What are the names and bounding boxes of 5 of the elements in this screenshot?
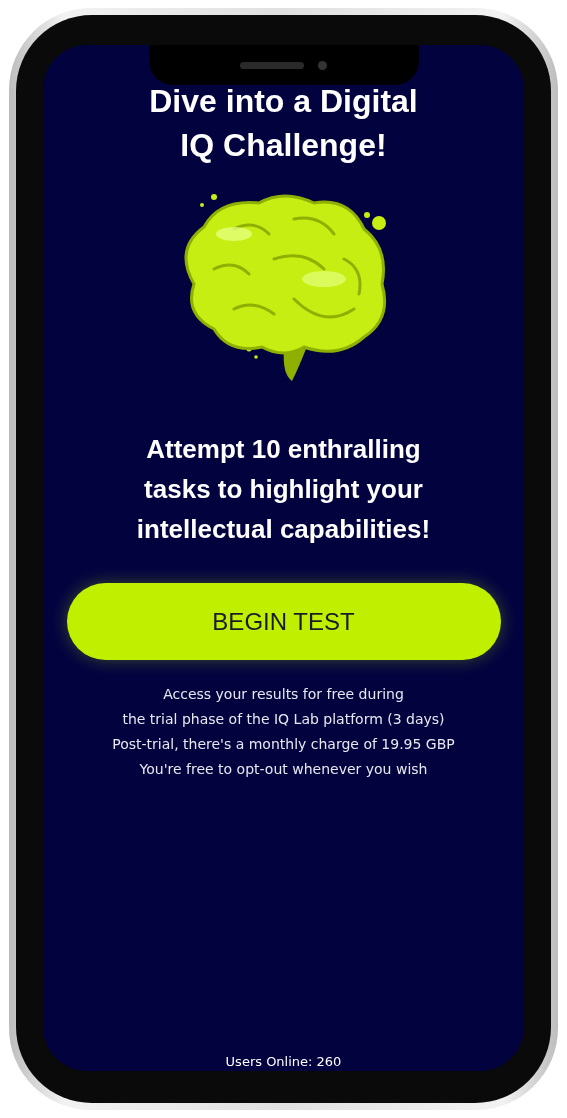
subtitle: Attempt 10 enthralling tasks to highlight your intellectual capabilities! — [136, 433, 431, 546]
begin-test-button[interactable]: BEGIN TEST — [66, 583, 501, 660]
terms-text: Access your results for free during the trial phase of the IQ Lab platform (3 days) Post-trial, there's a monthly charge of 19.95 GBP You're free to opt-out whenever you wish — [112, 685, 455, 779]
page-title: Dive into a Digital IQ Challenge! — [149, 82, 418, 165]
users-online-count: Users Online: 260 — [225, 1054, 342, 1069]
